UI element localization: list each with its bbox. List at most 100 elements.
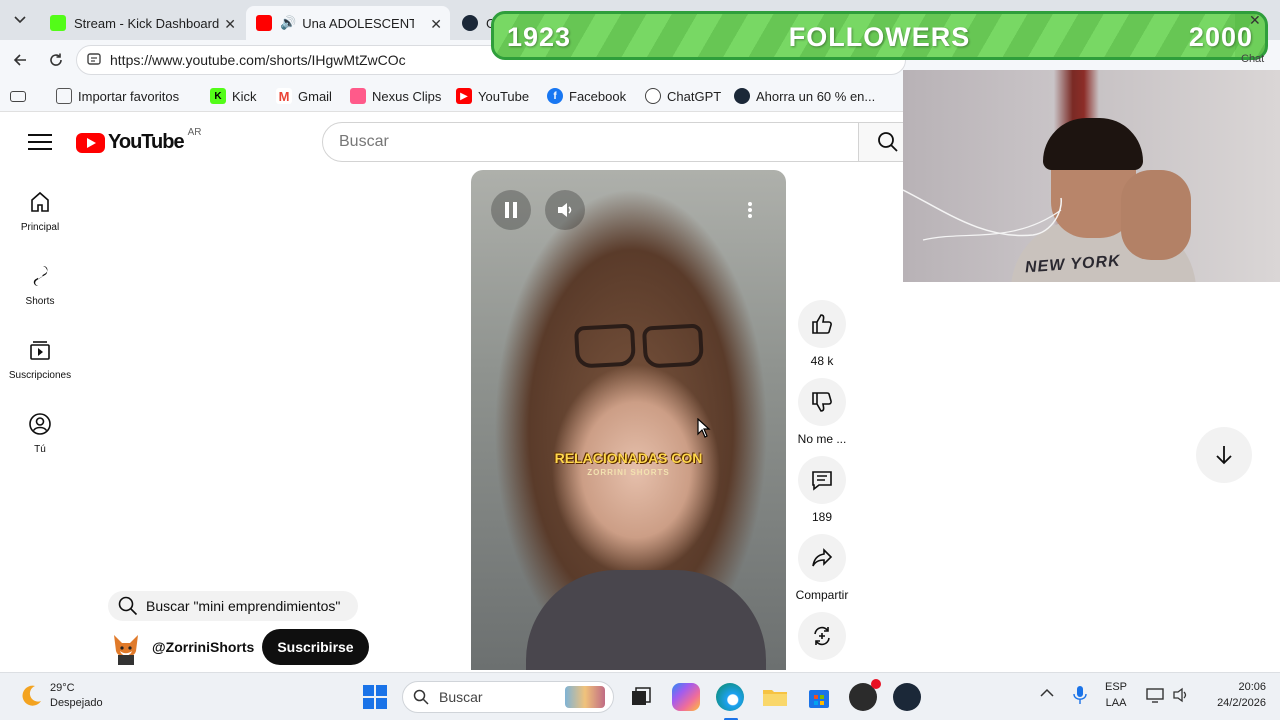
home-icon bbox=[31, 191, 49, 212]
windows-icon bbox=[363, 685, 387, 709]
search-input[interactable]: Buscar bbox=[322, 122, 859, 162]
guide-label: Tú bbox=[34, 444, 46, 455]
task-view-button[interactable] bbox=[627, 683, 655, 711]
tab-actions-icon[interactable] bbox=[10, 87, 32, 105]
share-icon bbox=[812, 548, 833, 567]
volume-button[interactable] bbox=[545, 190, 585, 230]
language-indicator[interactable]: ESP LAA bbox=[1105, 679, 1127, 711]
shorts-icon bbox=[33, 266, 48, 286]
earphone-cable bbox=[903, 189, 1062, 241]
thumbs-up-icon bbox=[812, 314, 832, 334]
dislike-button[interactable]: No me ... bbox=[794, 378, 850, 446]
more-options-button[interactable] bbox=[730, 190, 770, 230]
tab-kick-dashboard[interactable]: Stream - Kick Dashboard ✕ bbox=[40, 6, 244, 40]
arrow-down-icon bbox=[1216, 446, 1232, 465]
guide-item-subscriptions[interactable]: Suscripciones bbox=[0, 338, 80, 381]
search-placeholder: Buscar bbox=[339, 133, 389, 150]
gmail-icon: M bbox=[276, 88, 292, 104]
youtube-logo[interactable]: YouTube AR bbox=[76, 127, 201, 154]
site-info-icon[interactable] bbox=[87, 52, 101, 69]
subscribe-button[interactable]: Suscribirse bbox=[262, 629, 369, 665]
chat-label[interactable]: Chat bbox=[1241, 53, 1264, 65]
bookmark-label: Facebook bbox=[569, 88, 627, 104]
show-hidden-icons-icon[interactable] bbox=[1040, 687, 1054, 703]
webcam-overlay: NEW YORK bbox=[903, 70, 1280, 282]
steam-icon[interactable] bbox=[893, 683, 921, 711]
video-watermark: ZORRINI SHORTS bbox=[587, 468, 670, 477]
volume-icon[interactable] bbox=[1172, 687, 1190, 708]
chatgpt-icon bbox=[645, 88, 661, 104]
bookmark-label: Importar favoritos bbox=[78, 88, 180, 104]
country-code: AR bbox=[187, 127, 202, 138]
microsoft-store-icon[interactable] bbox=[805, 683, 833, 711]
remix-button[interactable] bbox=[794, 612, 850, 666]
search-icon bbox=[118, 596, 138, 616]
search-highlight-icon bbox=[565, 686, 605, 708]
weather-widget[interactable]: 29°C Despejado bbox=[18, 681, 103, 711]
close-icon[interactable]: ✕ bbox=[1249, 12, 1261, 29]
kick-icon: K bbox=[210, 88, 226, 104]
guide-label: Suscripciones bbox=[8, 370, 72, 381]
short-video-player[interactable]: RELACIONADAS CON ZORRINI SHORTS bbox=[471, 170, 786, 670]
back-icon[interactable] bbox=[8, 48, 32, 72]
channel-avatar[interactable] bbox=[108, 629, 144, 665]
bookmark-youtube[interactable]: ▶ YouTube bbox=[456, 87, 529, 105]
logo-wordmark: YouTube bbox=[108, 131, 185, 153]
close-tab-icon[interactable]: ✕ bbox=[430, 16, 442, 33]
clock[interactable]: 20:06 24/2/2026 bbox=[1204, 679, 1266, 711]
menu-icon[interactable] bbox=[28, 134, 52, 152]
guide-item-you[interactable]: Tú bbox=[0, 412, 80, 455]
clock-time: 20:06 bbox=[1238, 681, 1266, 693]
speaker-icon[interactable]: 🔊 bbox=[280, 15, 296, 31]
pause-button[interactable] bbox=[491, 190, 531, 230]
reload-icon[interactable] bbox=[44, 48, 68, 72]
share-label: Compartir bbox=[795, 588, 849, 602]
more-vertical-icon bbox=[748, 202, 752, 218]
weather-condition: Despejado bbox=[50, 697, 103, 709]
youtube-icon: ▶ bbox=[456, 88, 472, 104]
like-button[interactable]: 48 k bbox=[794, 300, 850, 368]
clock-date: 24/2/2026 bbox=[1217, 697, 1266, 709]
channel-handle[interactable]: @ZorriniShorts bbox=[152, 639, 254, 655]
microphone-icon[interactable] bbox=[1073, 685, 1087, 710]
close-tab-icon[interactable]: ✕ bbox=[224, 16, 236, 33]
bookmark-import-favorites[interactable]: Importar favoritos bbox=[56, 87, 179, 105]
obs-icon[interactable] bbox=[849, 679, 881, 711]
bookmark-steam-offer[interactable]: Ahorra un 60 % en... bbox=[734, 87, 875, 105]
bookmark-label: Kick bbox=[232, 88, 257, 104]
copilot-icon[interactable] bbox=[672, 683, 700, 711]
bookmark-gmail[interactable]: M Gmail bbox=[276, 87, 332, 105]
share-button[interactable]: Compartir bbox=[794, 534, 850, 602]
steam-icon bbox=[734, 88, 750, 104]
bookmark-chatgpt[interactable]: ChatGPT bbox=[645, 87, 721, 105]
guide-item-home[interactable]: Principal bbox=[0, 190, 80, 233]
bookmark-nexus-clips[interactable]: Nexus Clips bbox=[350, 87, 441, 105]
bookmark-kick[interactable]: K Kick bbox=[210, 87, 257, 105]
language-code: ESP bbox=[1105, 681, 1128, 693]
related-search-chip[interactable]: Buscar "mini emprendimientos" bbox=[108, 591, 358, 621]
comment-count: 189 bbox=[811, 510, 833, 524]
comments-button[interactable]: 189 bbox=[794, 456, 850, 524]
search-icon bbox=[878, 132, 898, 152]
tab-title: Stream - Kick Dashboard bbox=[74, 15, 220, 31]
file-explorer-icon[interactable] bbox=[761, 683, 789, 711]
related-search-text: Buscar "mini emprendimientos" bbox=[146, 598, 341, 614]
network-icon[interactable] bbox=[1146, 687, 1164, 708]
channel-info: @ZorriniShorts Suscribirse bbox=[108, 629, 369, 665]
like-count: 48 k bbox=[810, 354, 834, 368]
video-frame-detail bbox=[641, 323, 705, 369]
tab-youtube-short[interactable]: 🔊 Una ADOLESCENTE y u ✕ bbox=[246, 6, 450, 40]
edge-browser-icon[interactable] bbox=[716, 683, 744, 711]
kick-icon bbox=[50, 15, 66, 31]
guide-item-shorts[interactable]: Shorts bbox=[0, 264, 80, 307]
taskbar-search[interactable]: Buscar bbox=[402, 681, 614, 713]
bookmark-label: Nexus Clips bbox=[372, 88, 442, 104]
you-icon bbox=[29, 413, 51, 435]
next-short-button[interactable] bbox=[1196, 427, 1252, 483]
start-button[interactable] bbox=[361, 683, 389, 711]
bookmark-facebook[interactable]: f Facebook bbox=[547, 87, 626, 105]
fox-avatar-icon bbox=[114, 635, 138, 665]
tab-list-dropdown-icon[interactable] bbox=[8, 8, 32, 32]
bookmark-label: Ahorra un 60 % en... bbox=[756, 88, 876, 104]
video-caption: RELACIONADAS CON bbox=[554, 450, 703, 466]
